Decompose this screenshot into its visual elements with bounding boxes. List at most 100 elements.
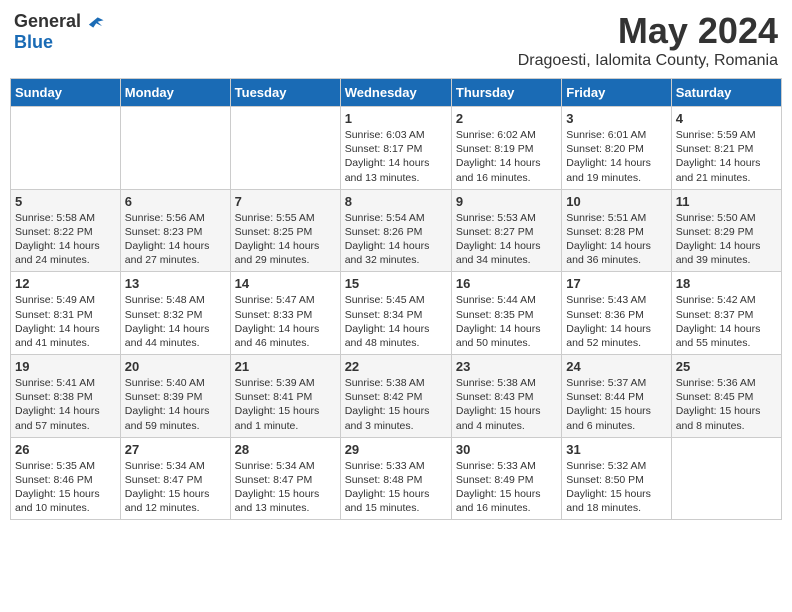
calendar-cell: 11 Sunrise: 5:50 AM Sunset: 8:29 PM Dayli… (671, 189, 781, 272)
day-info: Sunrise: 5:59 AM Sunset: 8:21 PM Dayligh… (676, 128, 777, 185)
calendar-header-wednesday: Wednesday (340, 79, 451, 107)
day-info: Sunrise: 5:45 AM Sunset: 8:34 PM Dayligh… (345, 293, 447, 350)
calendar-week-row: 12 Sunrise: 5:49 AM Sunset: 8:31 PM Dayli… (11, 272, 782, 355)
calendar-cell: 6Sunrise: 5:56 AM Sunset: 8:23 PM Daylig… (120, 189, 230, 272)
calendar-cell (230, 107, 340, 190)
day-info: Sunrise: 5:41 AM Sunset: 8:38 PM Dayligh… (15, 376, 116, 433)
calendar-header-friday: Friday (562, 79, 671, 107)
calendar-cell: 20 Sunrise: 5:40 AM Sunset: 8:39 PM Dayli… (120, 355, 230, 438)
calendar-cell: 30Sunrise: 5:33 AM Sunset: 8:49 PM Dayli… (451, 437, 561, 520)
day-number: 8 (345, 194, 447, 209)
calendar-cell: 5 Sunrise: 5:58 AM Sunset: 8:22 PM Daylig… (11, 189, 121, 272)
day-number: 13 (125, 276, 226, 291)
calendar-cell (671, 437, 781, 520)
calendar-cell: 2Sunrise: 6:02 AM Sunset: 8:19 PM Daylig… (451, 107, 561, 190)
calendar-cell: 19 Sunrise: 5:41 AM Sunset: 8:38 PM Dayli… (11, 355, 121, 438)
calendar-cell: 13 Sunrise: 5:48 AM Sunset: 8:32 PM Dayli… (120, 272, 230, 355)
calendar-cell: 7 Sunrise: 5:55 AM Sunset: 8:25 PM Daylig… (230, 189, 340, 272)
day-number: 11 (676, 194, 777, 209)
day-info: Sunrise: 5:49 AM Sunset: 8:31 PM Dayligh… (15, 293, 116, 350)
calendar-cell: 1 Sunrise: 6:03 AM Sunset: 8:17 PM Daylig… (340, 107, 451, 190)
day-number: 10 (566, 194, 666, 209)
day-info: Sunrise: 5:32 AM Sunset: 8:50 PM Dayligh… (566, 459, 666, 516)
day-number: 5 (15, 194, 116, 209)
calendar-cell: 14 Sunrise: 5:47 AM Sunset: 8:33 PM Dayli… (230, 272, 340, 355)
day-info: Sunrise: 5:44 AM Sunset: 8:35 PM Dayligh… (456, 293, 557, 350)
logo-blue-text: Blue (14, 32, 53, 52)
calendar-cell: 8Sunrise: 5:54 AM Sunset: 8:26 PM Daylig… (340, 189, 451, 272)
day-number: 31 (566, 442, 666, 457)
day-info: Sunrise: 5:47 AM Sunset: 8:33 PM Dayligh… (235, 293, 336, 350)
day-info: Sunrise: 5:35 AM Sunset: 8:46 PM Dayligh… (15, 459, 116, 516)
day-info: Sunrise: 5:50 AM Sunset: 8:29 PM Dayligh… (676, 211, 777, 268)
day-info: Sunrise: 5:39 AM Sunset: 8:41 PM Dayligh… (235, 376, 336, 433)
day-info: Sunrise: 5:33 AM Sunset: 8:49 PM Dayligh… (456, 459, 557, 516)
day-info: Sunrise: 5:34 AM Sunset: 8:47 PM Dayligh… (235, 459, 336, 516)
day-number: 29 (345, 442, 447, 457)
day-number: 18 (676, 276, 777, 291)
calendar-cell: 16 Sunrise: 5:44 AM Sunset: 8:35 PM Dayli… (451, 272, 561, 355)
day-info: Sunrise: 5:53 AM Sunset: 8:27 PM Dayligh… (456, 211, 557, 268)
day-info: Sunrise: 5:55 AM Sunset: 8:25 PM Dayligh… (235, 211, 336, 268)
day-number: 26 (15, 442, 116, 457)
calendar-header-saturday: Saturday (671, 79, 781, 107)
day-info: Sunrise: 5:36 AM Sunset: 8:45 PM Dayligh… (676, 376, 777, 433)
day-info: Sunrise: 5:58 AM Sunset: 8:22 PM Dayligh… (15, 211, 116, 268)
location-subtitle: Dragoesti, Ialomita County, Romania (518, 52, 778, 70)
calendar-week-row: 26 Sunrise: 5:35 AM Sunset: 8:46 PM Dayli… (11, 437, 782, 520)
day-number: 28 (235, 442, 336, 457)
logo-general-text: General (14, 11, 81, 32)
calendar-cell: 12 Sunrise: 5:49 AM Sunset: 8:31 PM Dayli… (11, 272, 121, 355)
day-info: Sunrise: 6:02 AM Sunset: 8:19 PM Dayligh… (456, 128, 557, 185)
day-number: 23 (456, 359, 557, 374)
month-title: May 2024 (518, 10, 778, 52)
title-area: May 2024 Dragoesti, Ialomita County, Rom… (518, 10, 778, 70)
calendar-cell: 28 Sunrise: 5:34 AM Sunset: 8:47 PM Dayli… (230, 437, 340, 520)
calendar-cell (11, 107, 121, 190)
day-info: Sunrise: 5:38 AM Sunset: 8:43 PM Dayligh… (456, 376, 557, 433)
day-number: 1 (345, 111, 447, 126)
calendar-cell: 18 Sunrise: 5:42 AM Sunset: 8:37 PM Dayli… (671, 272, 781, 355)
day-info: Sunrise: 5:33 AM Sunset: 8:48 PM Dayligh… (345, 459, 447, 516)
calendar-header-monday: Monday (120, 79, 230, 107)
day-number: 12 (15, 276, 116, 291)
calendar-cell: 25Sunrise: 5:36 AM Sunset: 8:45 PM Dayli… (671, 355, 781, 438)
calendar-cell: 24 Sunrise: 5:37 AM Sunset: 8:44 PM Dayli… (562, 355, 671, 438)
calendar-cell: 10 Sunrise: 5:51 AM Sunset: 8:28 PM Dayli… (562, 189, 671, 272)
logo-bird-icon (83, 10, 105, 32)
day-info: Sunrise: 5:34 AM Sunset: 8:47 PM Dayligh… (125, 459, 226, 516)
day-number: 17 (566, 276, 666, 291)
day-number: 21 (235, 359, 336, 374)
logo: General Blue (14, 10, 105, 53)
day-info: Sunrise: 5:37 AM Sunset: 8:44 PM Dayligh… (566, 376, 666, 433)
calendar-cell: 26 Sunrise: 5:35 AM Sunset: 8:46 PM Dayli… (11, 437, 121, 520)
calendar-cell: 22 Sunrise: 5:38 AM Sunset: 8:42 PM Dayli… (340, 355, 451, 438)
calendar-cell (120, 107, 230, 190)
calendar-cell: 17 Sunrise: 5:43 AM Sunset: 8:36 PM Dayli… (562, 272, 671, 355)
calendar-header-sunday: Sunday (11, 79, 121, 107)
day-info: Sunrise: 6:01 AM Sunset: 8:20 PM Dayligh… (566, 128, 666, 185)
calendar-cell: 4Sunrise: 5:59 AM Sunset: 8:21 PM Daylig… (671, 107, 781, 190)
calendar-week-row: 1 Sunrise: 6:03 AM Sunset: 8:17 PM Daylig… (11, 107, 782, 190)
day-number: 19 (15, 359, 116, 374)
day-info: Sunrise: 5:38 AM Sunset: 8:42 PM Dayligh… (345, 376, 447, 433)
day-number: 14 (235, 276, 336, 291)
day-number: 22 (345, 359, 447, 374)
day-number: 16 (456, 276, 557, 291)
calendar-cell: 31 Sunrise: 5:32 AM Sunset: 8:50 PM Dayli… (562, 437, 671, 520)
day-info: Sunrise: 5:51 AM Sunset: 8:28 PM Dayligh… (566, 211, 666, 268)
day-number: 3 (566, 111, 666, 126)
day-number: 20 (125, 359, 226, 374)
day-info: Sunrise: 5:42 AM Sunset: 8:37 PM Dayligh… (676, 293, 777, 350)
day-info: Sunrise: 6:03 AM Sunset: 8:17 PM Dayligh… (345, 128, 447, 185)
day-info: Sunrise: 5:43 AM Sunset: 8:36 PM Dayligh… (566, 293, 666, 350)
page-header: General Blue May 2024 Dragoesti, Ialomit… (10, 10, 782, 70)
day-info: Sunrise: 5:40 AM Sunset: 8:39 PM Dayligh… (125, 376, 226, 433)
calendar-cell: 29 Sunrise: 5:33 AM Sunset: 8:48 PM Dayli… (340, 437, 451, 520)
day-number: 6 (125, 194, 226, 209)
day-number: 7 (235, 194, 336, 209)
day-info: Sunrise: 5:48 AM Sunset: 8:32 PM Dayligh… (125, 293, 226, 350)
day-number: 24 (566, 359, 666, 374)
calendar-cell: 27Sunrise: 5:34 AM Sunset: 8:47 PM Dayli… (120, 437, 230, 520)
calendar-cell: 3 Sunrise: 6:01 AM Sunset: 8:20 PM Daylig… (562, 107, 671, 190)
